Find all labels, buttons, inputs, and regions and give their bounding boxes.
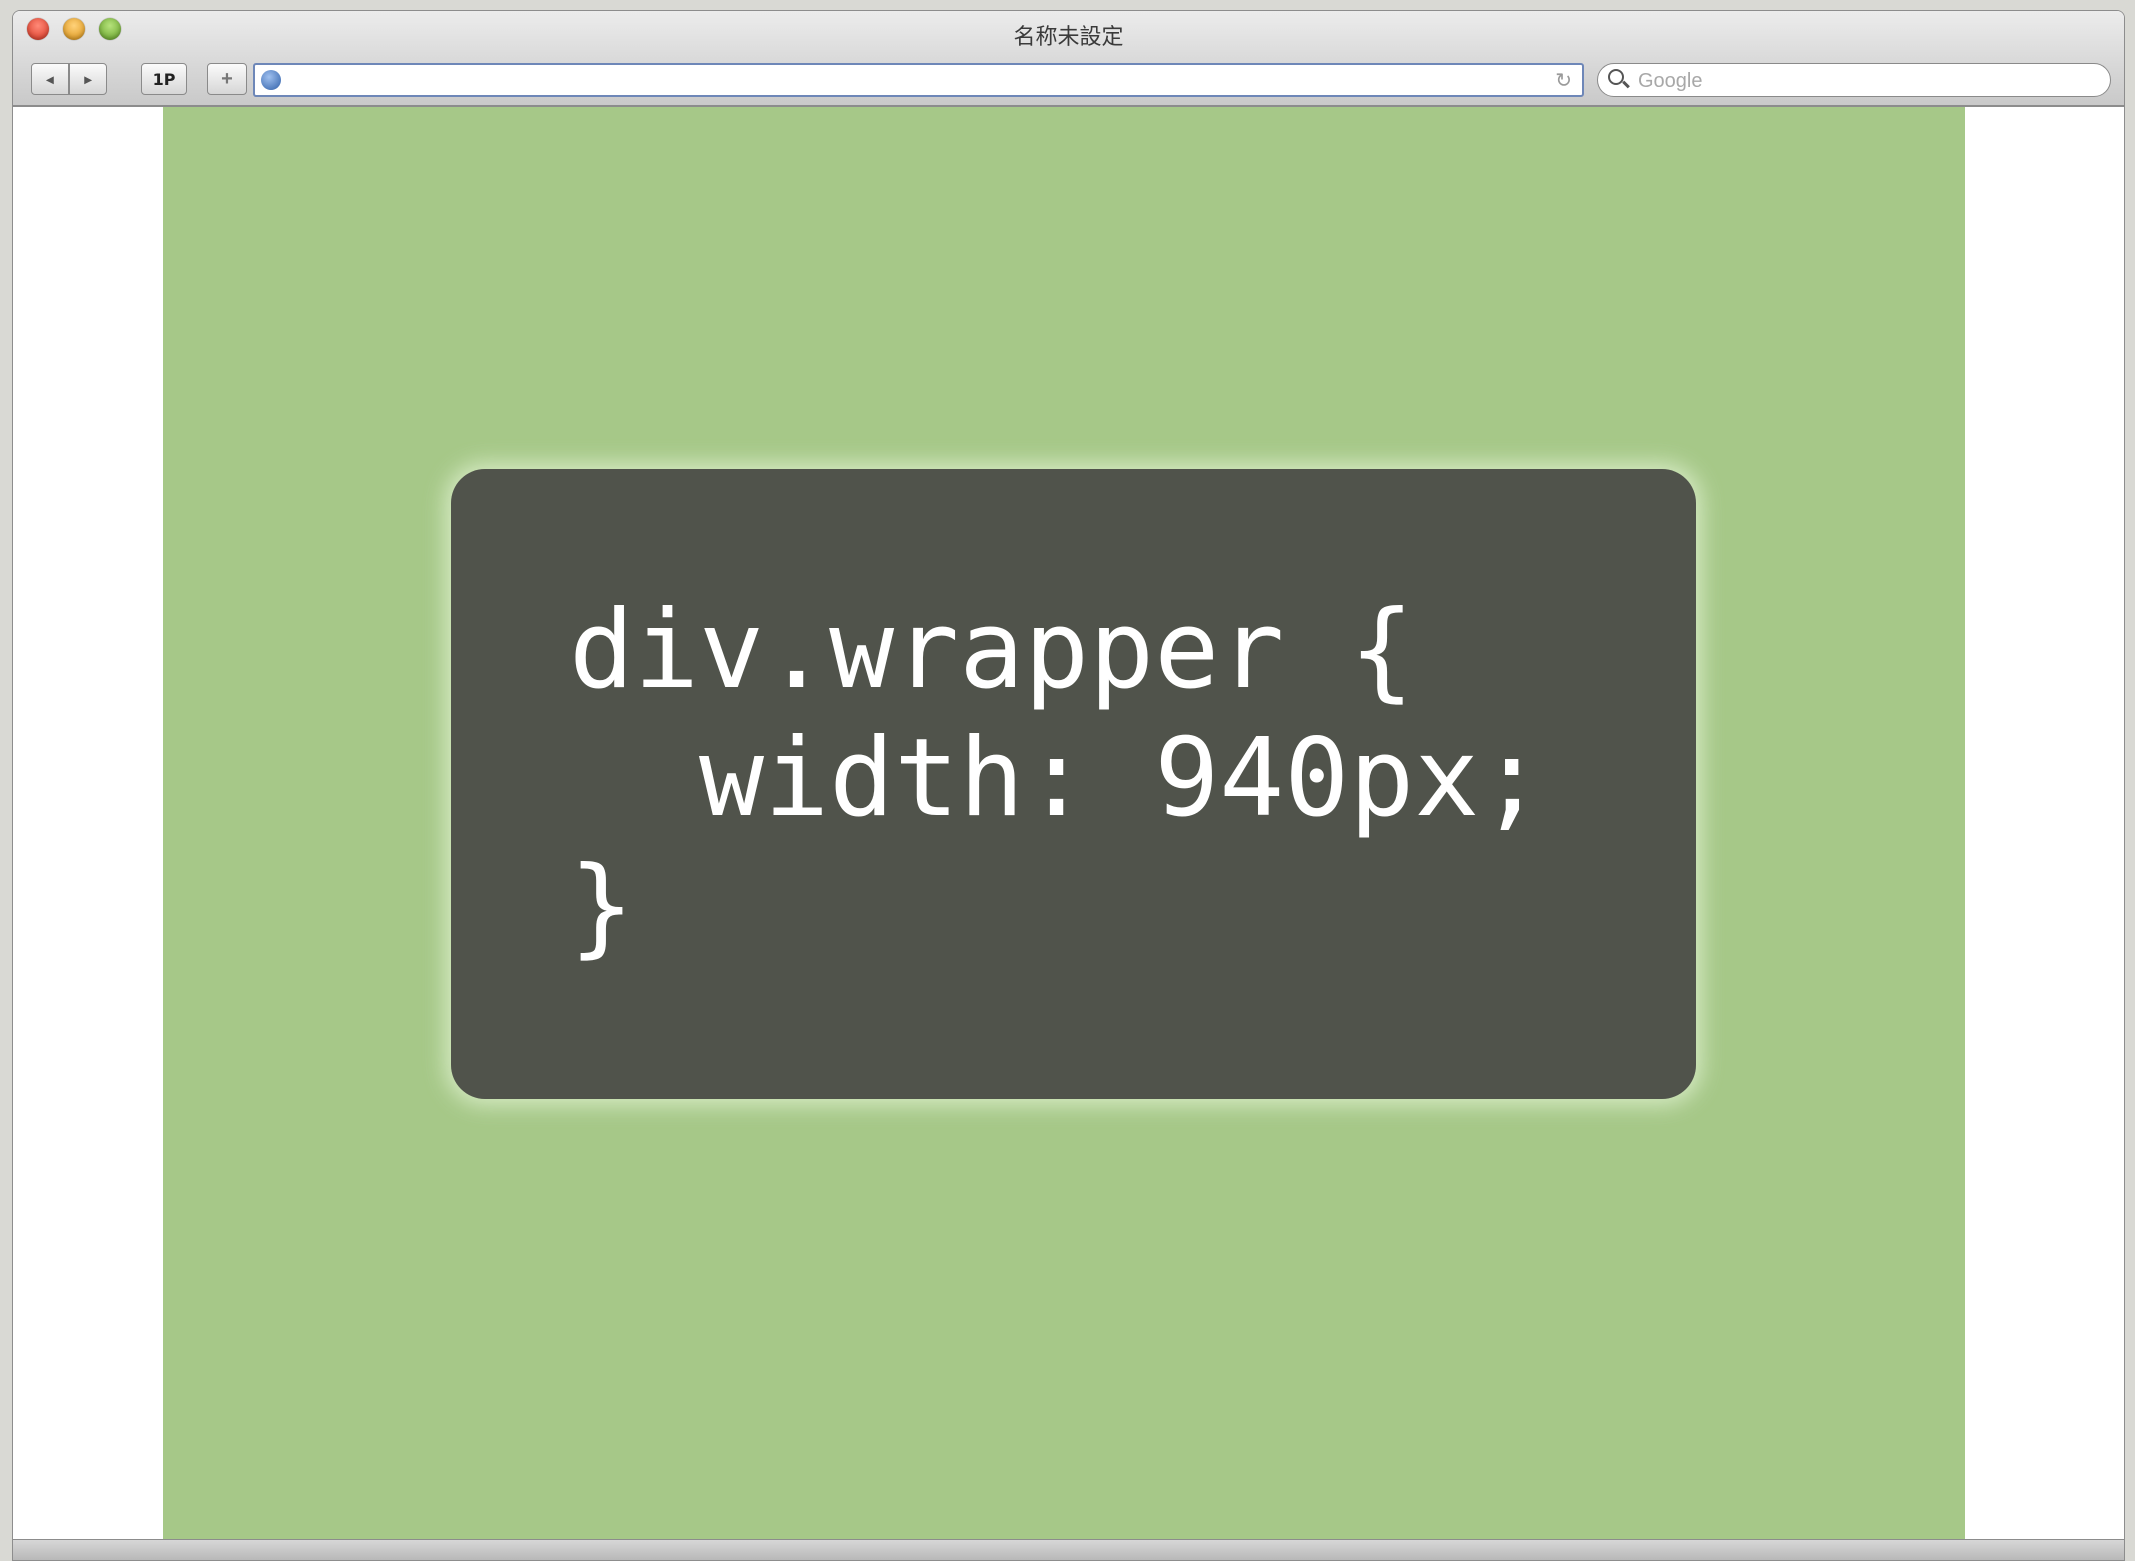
- forward-button[interactable]: ▸: [69, 63, 107, 95]
- search-input[interactable]: [1636, 68, 2080, 94]
- search-bar[interactable]: [1597, 63, 2111, 97]
- back-arrow-icon: ◂: [46, 70, 54, 87]
- onepassword-button[interactable]: 1P: [141, 63, 187, 95]
- address-bar[interactable]: ↻: [253, 63, 1584, 97]
- code-line: div.wrapper {: [569, 588, 1415, 713]
- code-block: div.wrapper { width: 940px; }: [569, 587, 1544, 971]
- add-bookmark-button[interactable]: +: [207, 63, 247, 95]
- browser-window: 名称未設定 ◂ ▸ 1P + ↻ Google div.wrapper {wi…: [12, 10, 2125, 1561]
- page-viewport: div.wrapper { width: 940px; }: [13, 107, 2124, 1539]
- search-icon[interactable]: [1608, 69, 1624, 85]
- reload-icon[interactable]: ↻: [1555, 68, 1572, 93]
- back-button[interactable]: ◂: [31, 63, 69, 95]
- title-bar: 名称未設定: [13, 11, 2124, 49]
- forward-arrow-icon: ▸: [84, 70, 92, 87]
- code-line: }: [569, 844, 635, 969]
- browser-chrome: 名称未設定 ◂ ▸ 1P + ↻: [13, 11, 2124, 107]
- window-title: 名称未設定: [1013, 24, 1124, 49]
- status-bar: [13, 1539, 2124, 1560]
- code-line: width: 940px;: [569, 716, 1545, 841]
- plus-icon: +: [221, 67, 233, 90]
- onepassword-label: 1P: [152, 69, 176, 89]
- code-box: div.wrapper { width: 940px; }: [451, 469, 1696, 1099]
- wrapper-area: div.wrapper { width: 940px; }: [163, 107, 1965, 1539]
- toolbar: ◂ ▸ 1P + ↻: [13, 51, 2124, 103]
- globe-icon: [261, 70, 281, 90]
